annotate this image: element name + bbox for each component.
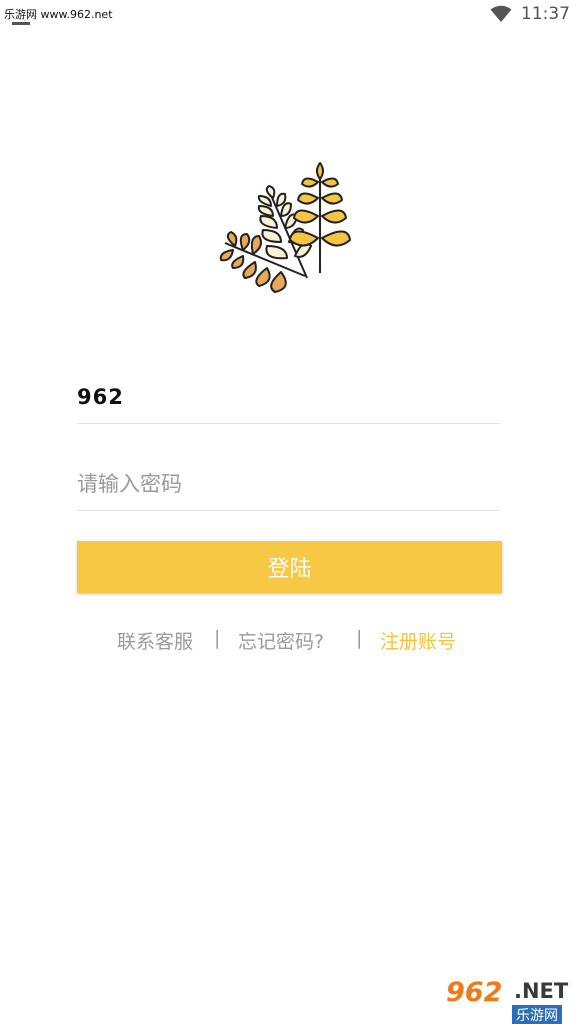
site-watermark: 962 .NET 乐游网 [436, 975, 576, 1024]
password-input[interactable] [77, 458, 500, 510]
username-input[interactable] [77, 370, 500, 423]
watermark-number: 962 [446, 977, 503, 1008]
status-notification-icon [12, 22, 30, 25]
watermark-domain: .NET [514, 979, 569, 1003]
password-field[interactable] [77, 458, 500, 511]
link-separator: | [214, 627, 221, 649]
status-bar: 乐游网 www.962.net 11:37 [0, 0, 576, 30]
status-watermark: 乐游网 www.962.net [4, 8, 113, 21]
forgot-password-link[interactable]: 忘记密码? [238, 627, 324, 654]
status-time: 11:37 [521, 4, 570, 24]
customer-service-link[interactable]: 联系客服 [117, 627, 193, 654]
watermark-site-name: 乐游网 [512, 1005, 562, 1024]
footer-links: 联系客服 | 忘记密码? | 注册账号 [0, 627, 576, 655]
login-button[interactable]: 登陆 [77, 541, 502, 593]
link-separator: | [356, 627, 363, 649]
username-field[interactable] [77, 370, 500, 424]
register-link[interactable]: 注册账号 [380, 627, 456, 654]
wheat-logo-icon [219, 162, 351, 293]
wifi-icon [490, 5, 512, 22]
